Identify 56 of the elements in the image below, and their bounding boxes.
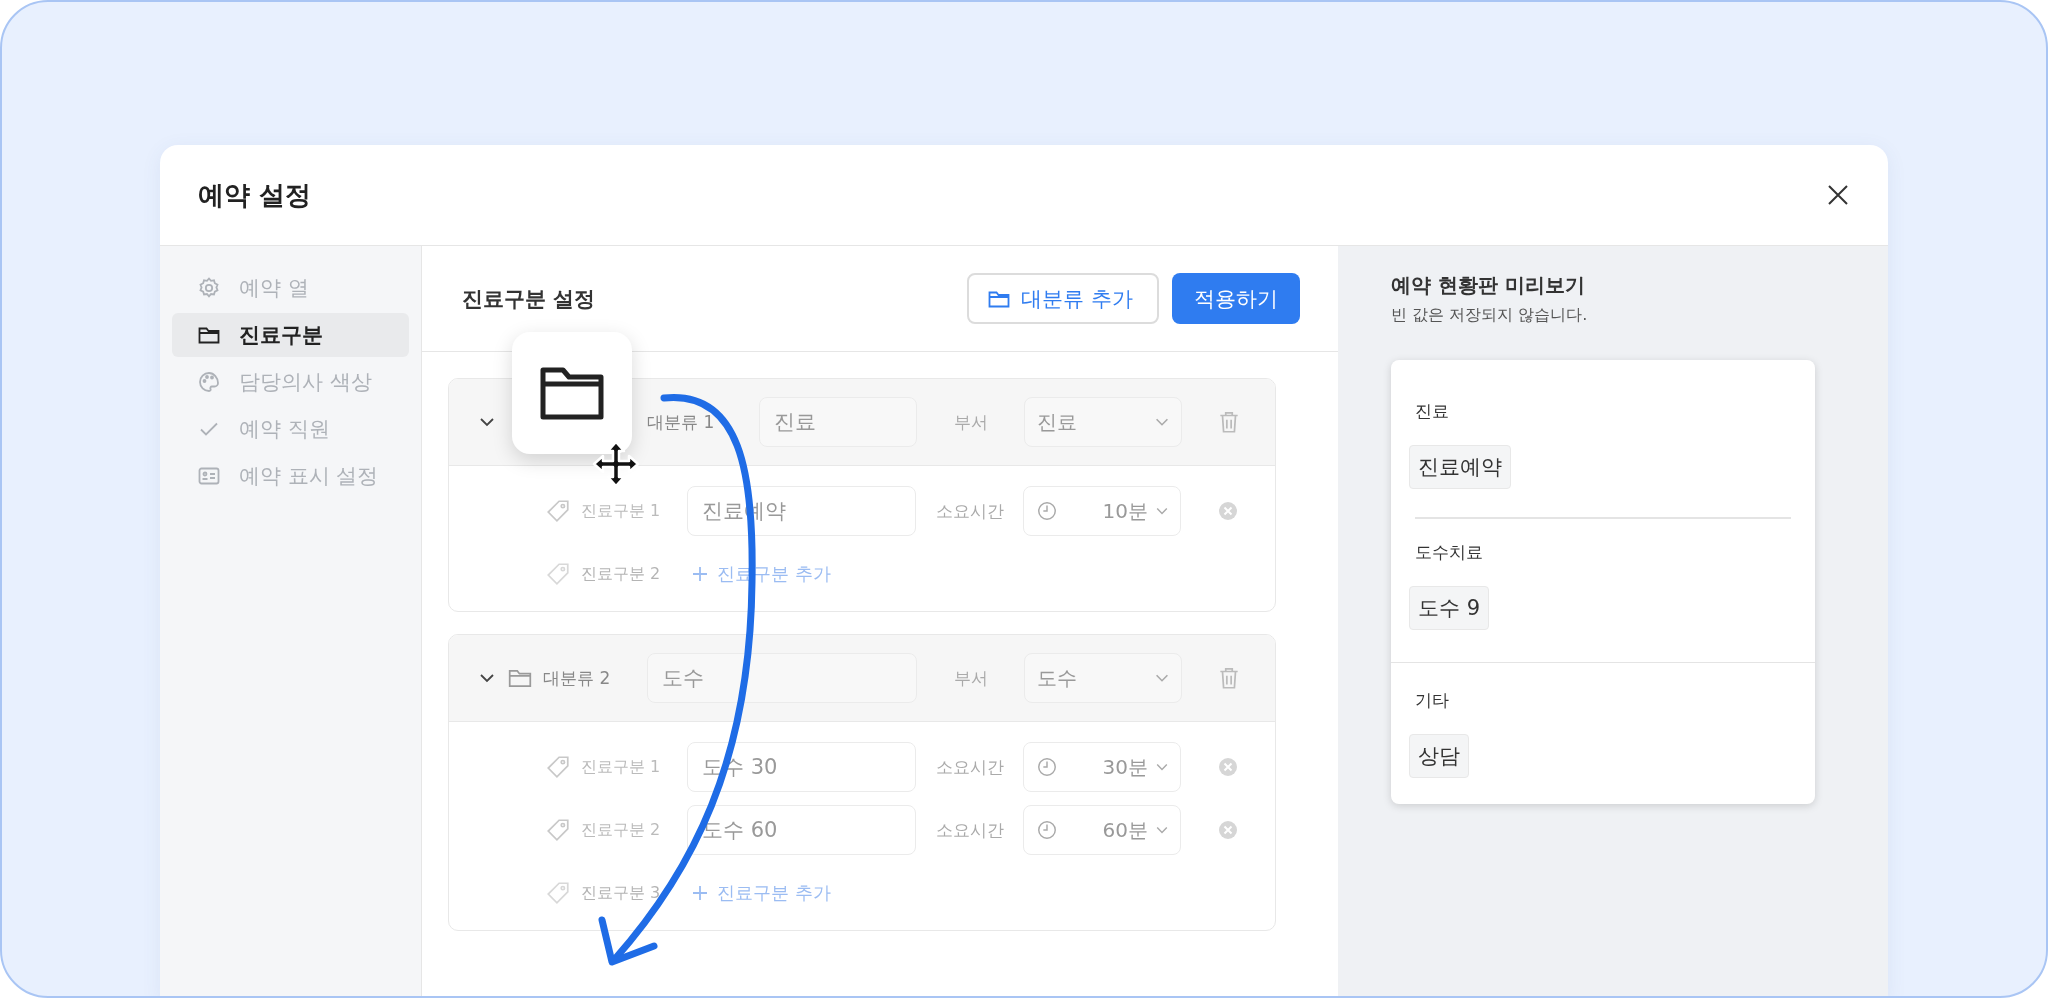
tag-icon [545,498,571,524]
preview-title: 예약 현황판 미리보기 [1391,272,1586,299]
preview-heading: 기타 [1414,688,1450,712]
gear-icon [197,276,221,300]
group-label: 대분류 2 [543,666,611,690]
group-name-field[interactable]: 진료 [759,397,917,447]
preview-heading: 도수치료 [1414,540,1484,564]
field-label: 소요시간 [934,499,1005,523]
remove-icon[interactable] [1217,500,1239,522]
preview-heading: 진료 [1414,400,1450,423]
clock-icon [1036,756,1058,778]
folder-icon [539,365,605,421]
tag-icon [545,754,571,780]
duration-select[interactable]: 10분 [1023,486,1181,536]
preview-chip: 도수 9 [1409,585,1490,630]
category-label: 진료구분 1 [581,756,661,778]
tag-icon [545,817,571,843]
preview-chip: 상담 [1409,733,1469,778]
clock-icon [1036,819,1058,841]
add-group-button[interactable]: 대분류 추가 [967,273,1159,324]
field-label: 소요시간 [934,755,1005,779]
group-name-field[interactable]: 도수 [647,653,917,703]
duration-select[interactable]: 60분 [1023,805,1181,855]
duration-select[interactable]: 30분 [1023,742,1181,792]
sidebar-item[interactable]: 예약 표시 설정 [172,454,409,498]
sidebar-item[interactable]: 예약 직원 [172,407,409,451]
sidebar-item[interactable]: 진료구분 [172,313,409,357]
plus-icon [691,565,709,583]
section-title: 진료구분 설정 [462,285,596,313]
preview-subtitle: 빈 값은 저장되지 않습니다. [1391,305,1589,326]
add-category-link[interactable]: 진료구분 추가 [687,881,916,905]
sidebar-item[interactable]: 담당의사 색상 [172,360,409,404]
field-label: 부서 [952,410,989,434]
remove-icon[interactable] [1217,819,1239,841]
tag-icon [545,561,571,587]
group-label: 대분류 1 [647,410,715,434]
field-label: 부서 [952,666,989,690]
preview-chip: 진료예약 [1409,445,1511,489]
category-label: 진료구분 3 [581,882,661,904]
remove-icon[interactable] [1217,756,1239,778]
tag-icon [545,880,571,906]
category-name-field[interactable]: 도수 60 [687,805,916,855]
department-select[interactable]: 도수 [1024,653,1182,703]
dialog-title: 예약 설정 [198,178,312,212]
department-select[interactable]: 진료 [1024,397,1182,447]
plus-icon [691,884,709,902]
palette-icon [197,370,221,394]
clock-icon [1036,500,1058,522]
close-icon[interactable] [1826,183,1850,207]
field-label: 소요시간 [934,818,1005,842]
dragged-folder-tile[interactable] [512,332,632,454]
category-label: 진료구분 2 [581,819,661,841]
category-label: 진료구분 1 [581,500,661,522]
apply-button[interactable]: 적용하기 [1172,273,1300,324]
category-label: 진료구분 2 [581,563,661,585]
sidebar-item[interactable]: 예약 열 [172,266,409,310]
